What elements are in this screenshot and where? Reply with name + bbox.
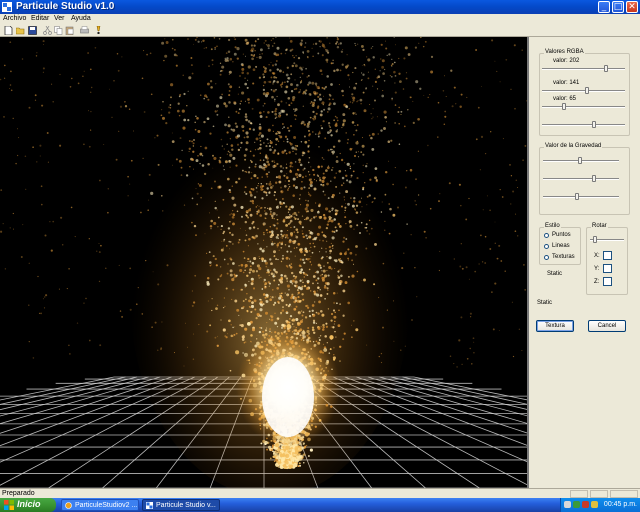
status-bar: Preparado — [0, 488, 640, 498]
menu-ver[interactable]: Ver — [54, 15, 65, 22]
status-cell-3 — [610, 490, 638, 498]
static-label: Static — [537, 300, 553, 306]
print-icon[interactable] — [80, 26, 89, 35]
maximize-button[interactable]: □ — [612, 1, 624, 13]
minimize-icon: _ — [601, 2, 607, 12]
menu-archivo[interactable]: Archivo — [3, 15, 26, 22]
taskbar-item-particule-studio[interactable]: Particule Studio v... — [142, 499, 220, 511]
minimize-button[interactable]: _ — [598, 1, 610, 13]
rotate-slider[interactable] — [590, 235, 624, 245]
style-points-label[interactable]: Puntos — [552, 232, 571, 238]
close-icon: ✕ — [628, 2, 636, 12]
system-tray: 00:45 p.m. — [560, 498, 640, 512]
start-button[interactable]: Inicio — [0, 498, 56, 512]
style-group: Estilo Puntos Lineas Texturas — [539, 223, 581, 265]
style-lines-radio[interactable] — [544, 244, 549, 249]
gravity-slider-z[interactable] — [543, 192, 619, 202]
rgba-legend: Valores RGBA — [544, 49, 585, 55]
start-label: Inicio — [17, 499, 41, 509]
gravity-legend: Valor de la Gravedad — [544, 143, 603, 149]
rotate-group: Rotar X: Y: Z: — [586, 223, 628, 295]
style-textures-label[interactable]: Texturas — [552, 254, 575, 260]
style-lines-label[interactable]: Lineas — [552, 243, 570, 249]
menu-ayuda[interactable]: Ayuda — [71, 15, 91, 22]
app-icon — [146, 502, 153, 509]
taskbar: Inicio ParticuleStudiov2 ... Particule S… — [0, 498, 640, 512]
style-legend: Estilo — [544, 223, 561, 229]
green-slider[interactable] — [542, 86, 625, 96]
paste-icon[interactable] — [65, 26, 74, 35]
browser-icon — [65, 502, 72, 509]
new-file-icon[interactable] — [4, 26, 13, 35]
blue-slider[interactable] — [542, 102, 625, 112]
status-cell-2 — [590, 490, 608, 498]
style-textures-radio[interactable] — [544, 255, 549, 260]
gravity-slider-x[interactable] — [543, 156, 619, 166]
save-icon[interactable] — [28, 26, 37, 35]
red-slider[interactable] — [542, 64, 625, 74]
texture-button[interactable]: Textura — [536, 320, 574, 332]
gravity-slider-y[interactable] — [543, 174, 619, 184]
rotate-x-checkbox[interactable] — [603, 251, 612, 260]
render-viewport[interactable] — [0, 37, 527, 488]
taskbar-item-label: Particule Studio v... — [156, 502, 216, 509]
rotate-y-label: Y: — [594, 266, 600, 272]
open-folder-icon[interactable] — [16, 26, 25, 35]
copy-icon[interactable] — [54, 26, 63, 35]
rotate-z-label: Z: — [594, 279, 600, 285]
tray-help-icon[interactable] — [564, 501, 571, 508]
style-static-label: Static — [547, 271, 563, 277]
rgba-group: Valores RGBA valor: 202 valor: 141 valor… — [539, 49, 630, 136]
rotate-y-checkbox[interactable] — [603, 264, 612, 273]
toolbar — [0, 25, 640, 37]
title-bar[interactable]: Particule Studio v1.0 _ □ ✕ — [0, 0, 640, 14]
particle-scene[interactable] — [0, 37, 527, 488]
status-cell-1 — [570, 490, 588, 498]
rotate-x-label: X: — [594, 253, 600, 259]
cancel-button[interactable]: Cancel — [588, 320, 626, 332]
maximize-icon: □ — [613, 2, 623, 12]
taskbar-item-label: ParticuleStudiov2 ... — [75, 502, 138, 509]
control-panel: Valores RGBA valor: 202 valor: 141 valor… — [527, 37, 640, 488]
rotate-legend: Rotar — [591, 223, 608, 229]
window-title: Particule Studio v1.0 — [16, 1, 115, 12]
status-text: Preparado — [2, 490, 35, 497]
cut-icon[interactable] — [43, 26, 52, 35]
style-points-radio[interactable] — [544, 233, 549, 238]
particle-core-hot — [262, 357, 314, 437]
close-button[interactable]: ✕ — [626, 1, 638, 13]
rotate-z-checkbox[interactable] — [603, 277, 612, 286]
gravity-group: Valor de la Gravedad — [539, 143, 630, 215]
tray-network-icon[interactable] — [573, 501, 580, 508]
help-icon[interactable] — [94, 26, 103, 35]
tray-security-icon[interactable] — [582, 501, 589, 508]
app-icon — [2, 2, 12, 12]
menu-bar: Archivo Editar Ver Ayuda — [0, 14, 640, 25]
menu-editar[interactable]: Editar — [31, 15, 49, 22]
taskbar-item-particulestudiov2[interactable]: ParticuleStudiov2 ... — [61, 499, 139, 511]
clock: 00:45 p.m. — [603, 501, 637, 508]
tray-volume-icon[interactable] — [591, 501, 598, 508]
windows-flag-icon — [4, 500, 14, 510]
alpha-slider[interactable] — [542, 120, 625, 130]
